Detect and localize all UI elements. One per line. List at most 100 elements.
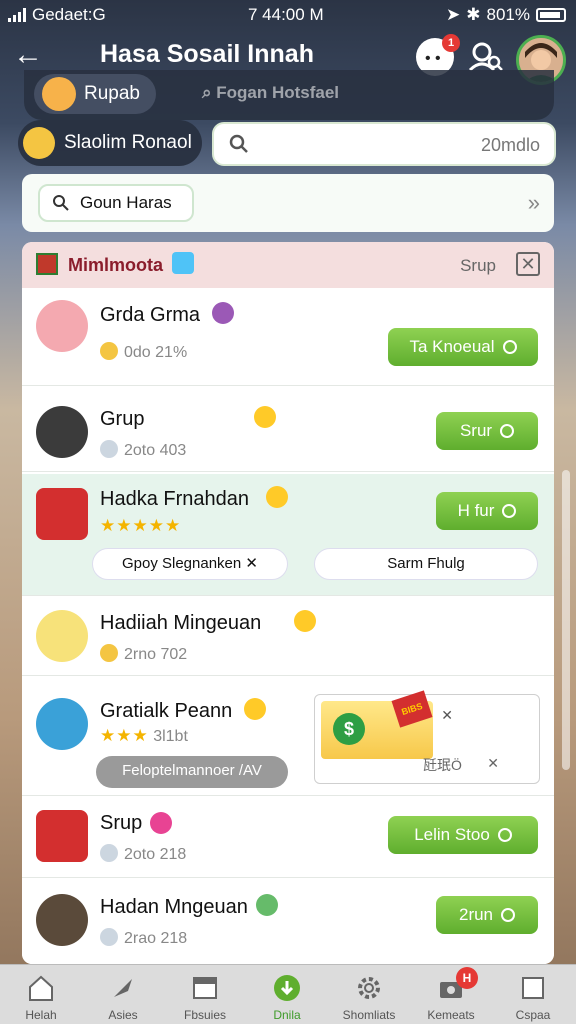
action-button[interactable]: H fur	[436, 492, 538, 530]
item-meta: 2oto 403	[100, 440, 186, 460]
nav-label: Fbsuies	[183, 1008, 227, 1022]
item-name: Hadka Frnahdan	[100, 488, 249, 510]
coin-icon	[100, 342, 118, 360]
list-item[interactable]: Gratialk Peann ★★★ 3l1bt Feloptelmannoer…	[22, 686, 554, 796]
search-input[interactable]: 20mdlo	[212, 122, 556, 166]
button-label: Ta Knoeual	[409, 337, 495, 356]
promo-text: 瓩珉Ö	[423, 757, 462, 773]
item-meta-text: 2rno 702	[124, 646, 188, 663]
list-item[interactable]: Hadiiah Mingeuan 2rno 702	[22, 598, 554, 676]
search-value: 20mdlo	[480, 135, 540, 155]
user-pill[interactable]: Slaolim Ronaol	[18, 120, 202, 166]
user-pill-label: Slaolim Ronaol	[64, 132, 192, 153]
filter-chip-label: Goun Haras	[80, 193, 172, 212]
gift-icon	[36, 488, 88, 540]
avatar	[36, 406, 88, 458]
action-button[interactable]: 2run	[436, 896, 538, 934]
button-icon	[501, 908, 516, 922]
group-header: Mimlmoota Srup ✕	[22, 242, 554, 288]
status-left: Gedaet:G	[8, 5, 106, 25]
button-icon	[502, 504, 517, 518]
item-meta-text: 2oto 403	[124, 442, 187, 459]
avatar	[23, 127, 55, 159]
search-icon	[53, 195, 69, 211]
tab-search-icon: ⌕	[202, 83, 217, 102]
action-button[interactable]: Lelin Stoo	[388, 816, 538, 854]
list-item[interactable]: Hadan Mngeuan 2rao 218 2run	[22, 882, 554, 964]
status-right: ➤ ✱ 801%	[446, 5, 566, 25]
item-name: Grup	[100, 408, 145, 430]
tag-pill[interactable]: Sarm Fhulg	[314, 548, 538, 580]
clock-icon	[100, 440, 118, 458]
tab-avatar	[42, 77, 76, 111]
bottom-nav: Helah Asies Fbsuies Dnila Shomliats H Ke…	[0, 964, 576, 1024]
home-icon	[29, 975, 53, 1001]
item-name: Hadiiah Mingeuan	[100, 612, 262, 634]
item-meta-text: 0do 21%	[124, 344, 188, 361]
tag-pill[interactable]: Gpoy Slegnanken ✕	[92, 548, 288, 580]
back-button[interactable]: ←	[10, 38, 46, 74]
chat-badge: 1	[442, 34, 460, 52]
signal-icon	[8, 8, 26, 22]
button-icon	[500, 424, 515, 438]
action-button[interactable]: Ta Knoeual	[388, 328, 538, 366]
list-item[interactable]: Srup 2oto 218 Lelin Stoo	[22, 798, 554, 878]
close-icon[interactable]: ✕	[516, 252, 540, 276]
close-icon[interactable]: ✕	[441, 707, 453, 724]
tag-icon	[172, 252, 194, 274]
button-label: Srur	[459, 421, 493, 440]
item-meta-text: 2rao 218	[124, 930, 188, 947]
nav-label: Asies	[108, 1008, 138, 1022]
item-meta: ★★★ 3l1bt	[100, 726, 188, 746]
filter-chip[interactable]: Goun Haras	[38, 184, 194, 222]
list-item[interactable]: Hadka Frnahdan ★★★★★ H fur Gpoy Slegnank…	[22, 474, 554, 596]
nav-item-helah[interactable]: Helah	[0, 965, 82, 1024]
chevron-right-icon[interactable]: »	[528, 190, 540, 216]
clock-icon	[100, 844, 118, 862]
square-icon	[522, 977, 544, 999]
tab-fogan[interactable]: ⌕ Fogan Hotsfael	[202, 83, 339, 103]
emoji-icon	[254, 406, 276, 428]
list-item[interactable]: Grup 2oto 403 Srur	[22, 394, 554, 472]
nav-item-asies[interactable]: Asies	[82, 965, 164, 1024]
carrier-label: Gedaet:G	[32, 5, 106, 24]
nav-label: Cspaa	[515, 1008, 551, 1022]
button-icon	[502, 340, 517, 354]
tag-pill[interactable]: Feloptelmannoer /AV	[96, 756, 288, 788]
battery-icon	[536, 8, 566, 22]
emoji-icon	[244, 698, 266, 720]
close-icon[interactable]: ✕	[487, 755, 499, 772]
scrollbar[interactable]	[562, 470, 570, 770]
nav-item-cspaa[interactable]: Cspaa	[492, 965, 574, 1024]
promo-card[interactable]: $ BIBS ✕ 瓩珉Ö ✕	[314, 690, 540, 784]
pin-icon	[114, 979, 132, 997]
item-meta-text: 3l1bt	[153, 728, 188, 745]
tab-label: Rupab	[84, 83, 140, 104]
face-icon: • •	[425, 50, 441, 67]
button-icon	[497, 828, 512, 842]
flag-icon	[36, 253, 58, 275]
avatar	[36, 698, 88, 750]
nav-item-dnila[interactable]: Dnila	[246, 965, 328, 1024]
nav-item-shomliats[interactable]: Shomliats	[328, 965, 410, 1024]
action-button[interactable]: Srur	[436, 412, 538, 450]
nav-item-kemeats[interactable]: H Kemeats	[410, 965, 492, 1024]
coin-icon: $	[333, 713, 365, 745]
star-icon	[100, 644, 118, 662]
status-bar: Gedaet:G 7 44:00 M ➤ ✱ 801%	[0, 0, 576, 30]
group-name: Mimlmoota	[68, 255, 164, 275]
nav-badge: H	[456, 967, 478, 989]
tab-label: Fogan Hotsfael	[216, 83, 340, 102]
calendar-icon	[193, 977, 217, 999]
item-meta-text: 2oto 218	[124, 846, 187, 863]
leaf-icon	[36, 610, 88, 662]
nav-label: Shomliats	[342, 1008, 396, 1022]
list-item[interactable]: Grda Grma 0do 21% Ta Knoeual	[22, 288, 554, 386]
button-label: 2run	[458, 905, 494, 924]
tab-rupab[interactable]: Rupab	[34, 74, 156, 114]
gift-icon	[36, 810, 88, 862]
nav-item-fbsuies[interactable]: Fbsuies	[164, 965, 246, 1024]
close-icon[interactable]: ✕	[245, 555, 258, 572]
emoji-icon	[266, 486, 288, 508]
group-panel: Mimlmoota Srup ✕ Grda Grma 0do 21% Ta Kn…	[22, 242, 554, 964]
